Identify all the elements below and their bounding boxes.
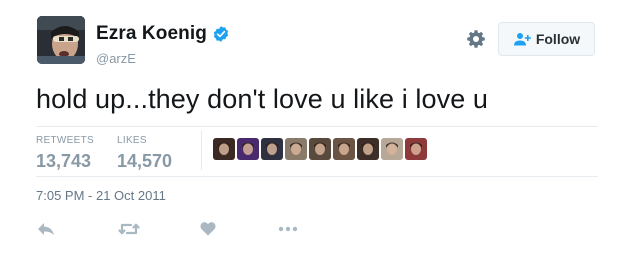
stats-bottom-divider: [36, 176, 598, 177]
retweets-stat[interactable]: RETWEETS 13,743: [36, 135, 94, 172]
author-display-name[interactable]: Ezra Koenig: [96, 23, 207, 45]
liker-avatar-1[interactable]: [213, 138, 235, 160]
tweet-timestamp[interactable]: 7:05 PM - 21 Oct 2011: [36, 188, 166, 203]
liker-avatars: [213, 138, 429, 160]
liker-avatar-8[interactable]: [381, 138, 403, 160]
likes-label: LIKES: [117, 135, 147, 146]
more-icon[interactable]: [278, 226, 298, 232]
retweets-count: 13,743: [36, 151, 92, 171]
follow-label: Follow: [535, 31, 581, 47]
likes-count: 14,570: [117, 151, 173, 171]
author-handle[interactable]: @arzE: [96, 51, 136, 66]
liker-avatar-5[interactable]: [309, 138, 331, 160]
reply-icon[interactable]: [37, 221, 55, 237]
liker-avatar-3[interactable]: [261, 138, 283, 160]
like-icon[interactable]: [200, 221, 216, 236]
author-name-row[interactable]: Ezra Koenig: [96, 23, 230, 45]
stats-top-divider: [36, 126, 598, 127]
avatar[interactable]: [37, 16, 85, 64]
stats-separator: [201, 130, 202, 170]
verified-badge-icon: [213, 26, 229, 42]
avatar-photo: [37, 16, 85, 64]
liker-avatar-4[interactable]: [285, 138, 307, 160]
liker-avatar-7[interactable]: [357, 138, 379, 160]
follow-button[interactable]: Follow: [498, 22, 595, 56]
tweet-text: hold up...they don't love u like i love …: [36, 84, 489, 114]
retweets-label: RETWEETS: [36, 135, 94, 146]
gear-icon[interactable]: [466, 29, 486, 49]
add-user-icon: [513, 33, 531, 46]
likes-stat[interactable]: LIKES 14,570: [117, 135, 172, 172]
retweet-icon[interactable]: [118, 222, 140, 236]
liker-avatar-9[interactable]: [405, 138, 427, 160]
liker-avatar-6[interactable]: [333, 138, 355, 160]
liker-avatar-2[interactable]: [237, 138, 259, 160]
